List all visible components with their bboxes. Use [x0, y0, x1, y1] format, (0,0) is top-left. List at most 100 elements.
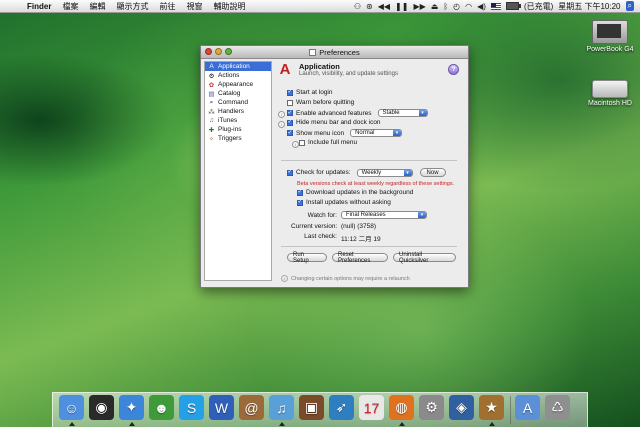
calendar-icon[interactable]: 17	[359, 395, 384, 420]
finder-icon[interactable]: ☺	[59, 395, 84, 420]
sidebar-item-appearance[interactable]: ✿ Appearance	[205, 80, 271, 89]
sidebar-item-plugins[interactable]: ✚ Plug-ins	[205, 125, 271, 134]
wifi-icon[interactable]: ◠	[465, 2, 472, 11]
forward-icon[interactable]: ▶▶	[413, 2, 425, 11]
menu-edit[interactable]: 編輯	[84, 1, 111, 12]
menu-go[interactable]: 前往	[154, 1, 181, 12]
itunes-icon[interactable]: ♫	[269, 395, 294, 420]
chevron-down-icon: ▾	[418, 110, 427, 116]
gear-icon: ⚙	[208, 72, 215, 80]
run-setup-button[interactable]: Run Setup	[287, 252, 327, 264]
menu-icon-style-select[interactable]: Normal ▾	[350, 129, 403, 137]
divider	[281, 246, 457, 247]
preview-icon[interactable]: ◈	[449, 395, 474, 420]
us-flag-icon[interactable]	[490, 2, 501, 10]
sidebar-item-itunes[interactable]: ♫ iTunes	[205, 116, 271, 125]
info-icon[interactable]: i	[278, 111, 285, 118]
sidebar-item-label: Catalog	[218, 90, 241, 97]
pause-icon[interactable]: ❚❚	[395, 2, 408, 11]
laptop-icon	[592, 20, 628, 44]
time-machine-icon[interactable]: ◴	[453, 2, 460, 11]
option-label: Enable advanced features	[296, 109, 372, 117]
option-hide-menubar-dock[interactable]: ✓ Hide menu bar and dock icon	[287, 119, 381, 126]
update-frequency-select[interactable]: Weekly ▾	[356, 168, 413, 177]
option-label: Start at login	[296, 89, 333, 96]
adium-icon[interactable]: ☻	[149, 395, 174, 420]
accessibility-icon[interactable]: ⚇	[354, 2, 361, 11]
volume-icon[interactable]: ◀)	[477, 2, 486, 11]
sidebar-item-catalog[interactable]: ▤ Catalog	[205, 89, 271, 98]
watch-for-select[interactable]: Final Releases ▾	[341, 211, 427, 219]
handlers-icon: ⁂	[208, 108, 215, 116]
help-icon[interactable]: ?	[448, 64, 459, 75]
install-without-asking-checkbox[interactable]: ✓	[297, 199, 303, 206]
download-background-checkbox[interactable]: ✓	[297, 189, 303, 196]
menu-finder[interactable]: Finder	[22, 2, 57, 11]
firefox-icon[interactable]: ◍	[389, 395, 414, 420]
option-check-for-updates[interactable]: ✓ Check for updates: Weekly ▾ Now	[287, 168, 446, 177]
sidebar-item-label: Application	[218, 63, 250, 70]
option-enable-advanced[interactable]: ✓ Enable advanced features Stable ▾	[287, 109, 428, 117]
menu-help[interactable]: 輔助說明	[208, 1, 251, 12]
option-show-menu-icon[interactable]: ✓ Show menu icon Normal ▾	[287, 129, 403, 137]
desktop-macintosh-hd[interactable]: Macintosh HD	[580, 80, 640, 107]
word-icon[interactable]: W	[209, 395, 234, 420]
check-now-button[interactable]: Now	[419, 168, 446, 177]
spotlight-icon[interactable]: ⌕	[625, 1, 634, 11]
rewind-icon[interactable]: ◀◀	[378, 2, 390, 11]
bluetooth-icon[interactable]: ᛒ	[443, 2, 448, 11]
quicksilver-icon[interactable]: ★	[479, 395, 504, 420]
sidebar-item-triggers[interactable]: ✧ Triggers	[205, 134, 271, 143]
trigger-icon: ✧	[208, 135, 215, 143]
system-preferences-icon[interactable]: ⚙	[419, 395, 444, 420]
dock-divider[interactable]	[510, 396, 511, 424]
option-warn-before-quitting[interactable]: Warn before quitting	[287, 99, 354, 106]
sidebar-item-actions[interactable]: ⚙ Actions	[205, 71, 271, 80]
eject-icon[interactable]: ⏏	[431, 2, 439, 11]
close-button[interactable]	[205, 48, 212, 55]
uninstall-button[interactable]: Uninstall Quicksilver	[393, 252, 456, 264]
skype-icon[interactable]: S	[179, 395, 204, 420]
zoom-button[interactable]	[225, 48, 232, 55]
address-book-icon[interactable]: @	[239, 395, 264, 420]
safari-icon[interactable]: ✦	[119, 395, 144, 420]
enable-advanced-checkbox[interactable]: ✓	[287, 110, 293, 116]
menu-file[interactable]: 檔案	[57, 1, 84, 12]
window-titlebar[interactable]: Preferences	[201, 46, 468, 59]
application-icon: A	[279, 60, 291, 78]
menu-view[interactable]: 顯示方式	[111, 1, 154, 12]
reset-preferences-button[interactable]: Reset Preferences	[332, 252, 388, 264]
info-icon[interactable]: i	[292, 141, 299, 148]
warn-before-quitting-checkbox[interactable]	[287, 99, 293, 106]
dashboard-icon[interactable]: ◉	[89, 395, 114, 420]
select-value: Stable	[382, 110, 400, 116]
feather-icon[interactable]: ➶	[329, 395, 354, 420]
info-icon[interactable]: i	[278, 121, 285, 128]
relaunch-note: i Changing certain options may require a…	[277, 274, 467, 283]
command-icon: ⌕	[209, 98, 214, 106]
start-at-login-checkbox[interactable]: ✓	[287, 89, 293, 96]
hide-menubar-dock-checkbox[interactable]: ✓	[287, 119, 293, 126]
photo-icon[interactable]: ▣	[299, 395, 324, 420]
option-download-background[interactable]: ✓ Download updates in the background	[297, 189, 413, 196]
include-full-menu-checkbox[interactable]	[299, 139, 305, 146]
sidebar-item-command[interactable]: ⌕ Command	[205, 98, 271, 107]
battery-icon[interactable]	[505, 2, 521, 10]
desktop-powerbook[interactable]: PowerBook G4	[580, 20, 640, 53]
check-for-updates-checkbox[interactable]: ✓	[287, 169, 293, 176]
pane-subtitle: Launch, visibility, and update settings	[299, 71, 398, 77]
watch-for-label: Watch for:	[307, 212, 337, 219]
option-include-full-menu[interactable]: Include full menu	[299, 139, 357, 146]
folder-icon[interactable]: A	[515, 395, 540, 420]
clock[interactable]: 星期五 下午10:20	[558, 1, 620, 12]
sidebar-item-handlers[interactable]: ⁂ Handlers	[205, 107, 271, 116]
sidebar-item-application[interactable]: A Application	[205, 62, 271, 71]
show-menu-icon-checkbox[interactable]: ✓	[287, 130, 293, 136]
advanced-channel-select[interactable]: Stable ▾	[377, 109, 428, 117]
trash-icon[interactable]: ♺	[545, 395, 570, 420]
minimize-button[interactable]	[215, 48, 222, 55]
quicksilver-menu-icon[interactable]: ⊛	[366, 2, 373, 11]
option-start-at-login[interactable]: ✓ Start at login	[287, 89, 333, 96]
menu-window[interactable]: 視窗	[181, 1, 208, 12]
option-install-without-asking[interactable]: ✓ Install updates without asking	[297, 199, 391, 206]
